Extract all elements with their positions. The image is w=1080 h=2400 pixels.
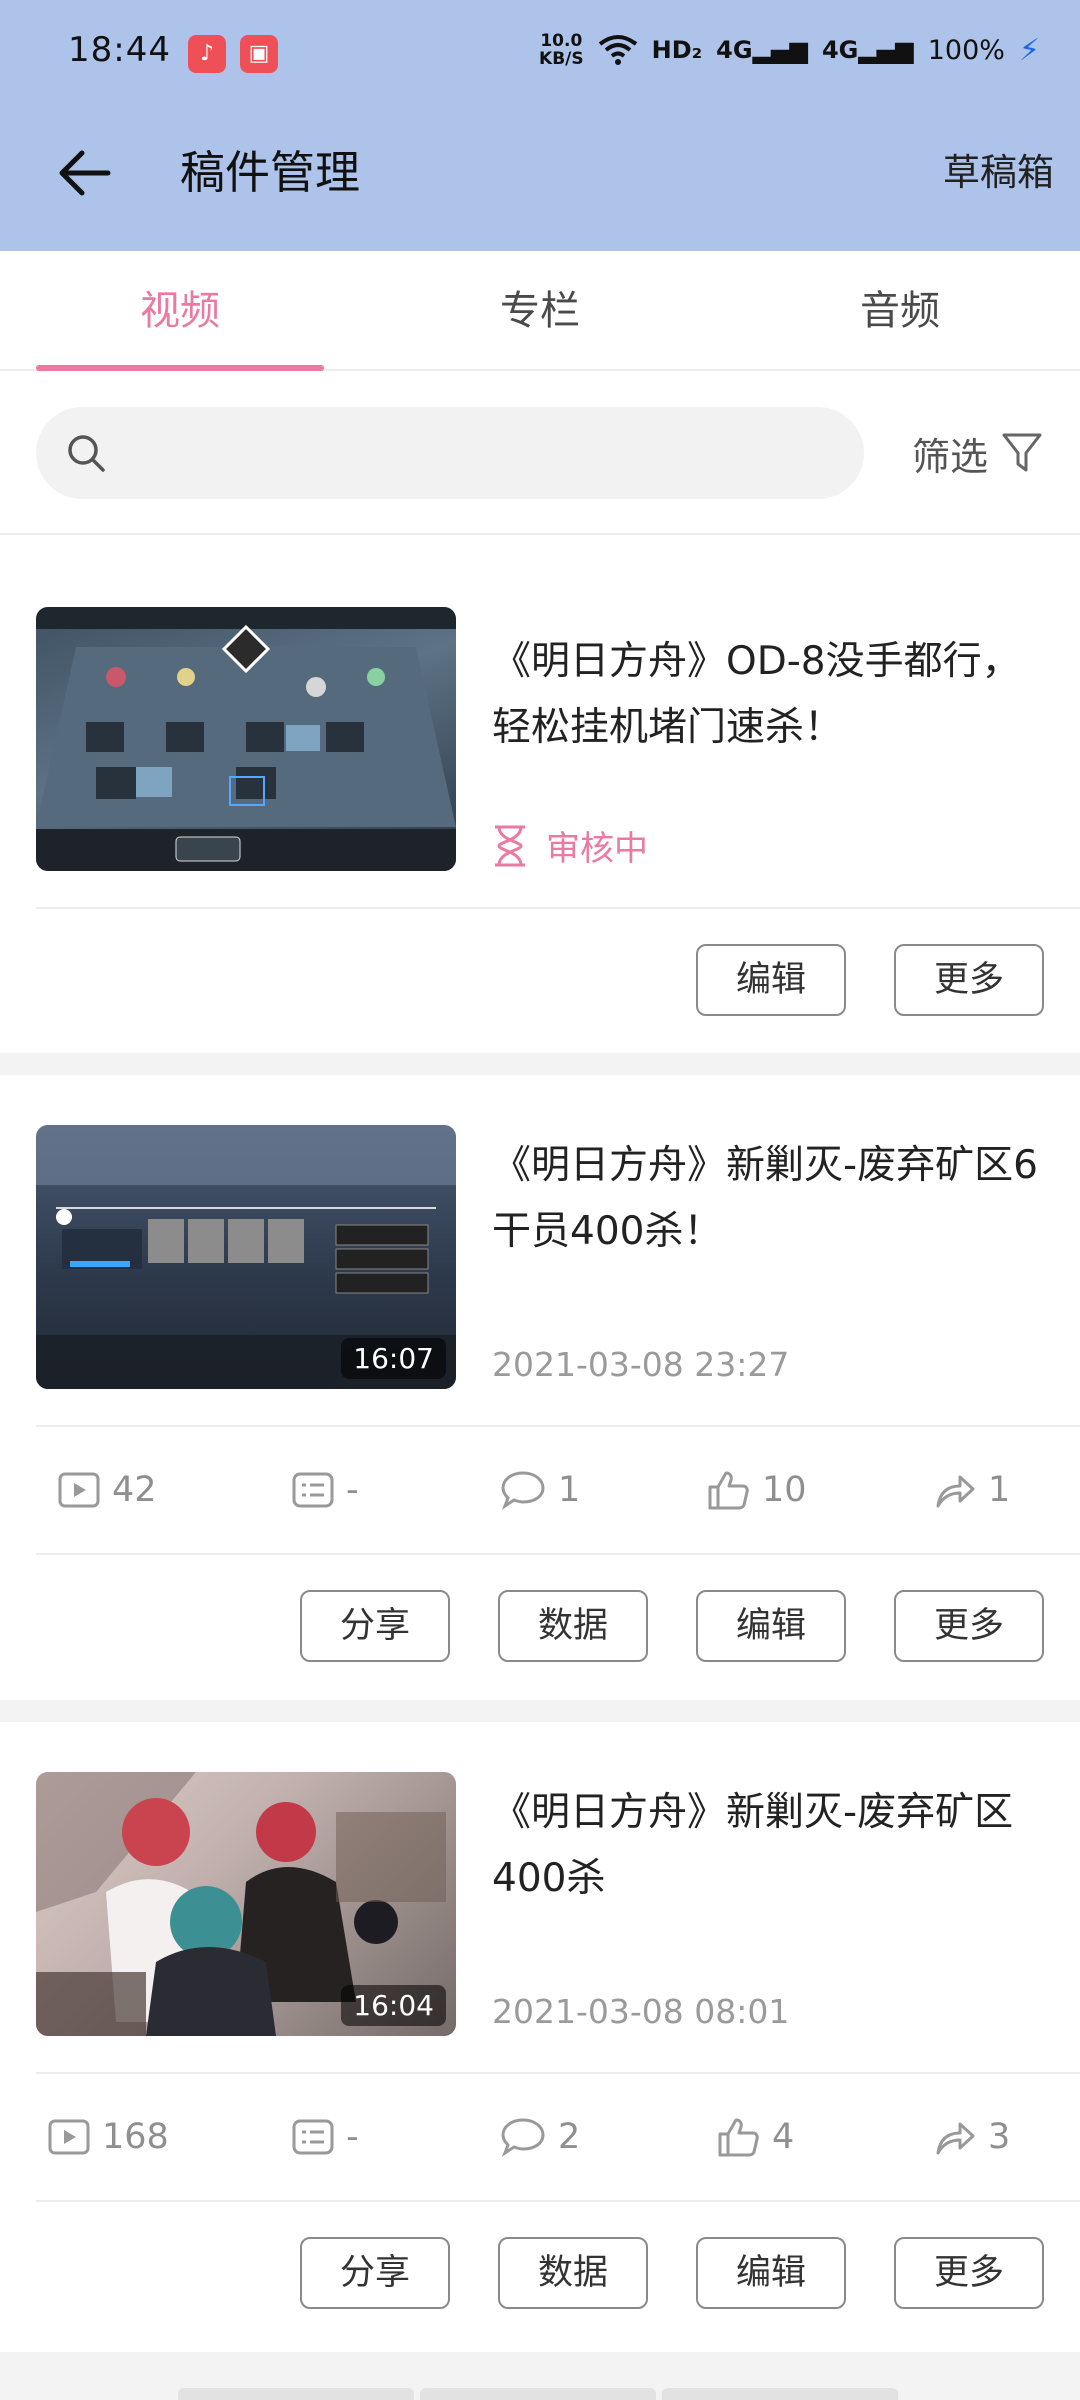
next-card-peek [0, 2352, 1080, 2400]
review-status: 审核中 [492, 821, 648, 870]
share-button[interactable]: 分享 [300, 1590, 450, 1662]
danmaku-icon [292, 1472, 334, 1508]
hd-indicator: HD₂ [651, 36, 703, 64]
net-speed: 10.0 KB/S [539, 31, 584, 69]
comments-stat[interactable]: 1 [500, 1427, 580, 1553]
edit-button[interactable]: 编辑 [696, 1590, 846, 1662]
more-button[interactable]: 更多 [894, 2237, 1044, 2309]
peek-bar [420, 2388, 656, 2400]
danmaku-stat[interactable]: - [292, 2074, 359, 2200]
charging-icon: ⚡ [1018, 32, 1040, 68]
signal-sim2-icon: 4G▂▄▆ [821, 36, 914, 64]
hourglass-icon [495, 825, 525, 866]
comments-stat[interactable]: 2 [500, 2074, 580, 2200]
search-input[interactable] [36, 407, 864, 499]
danmaku-stat[interactable]: - [292, 1427, 359, 1553]
video-duration: 16:07 [341, 1338, 446, 1379]
more-button[interactable]: 更多 [894, 944, 1044, 1016]
search-row: 筛选 [0, 371, 1080, 535]
card-actions: 分享 数据 编辑 更多 [300, 2237, 1044, 2309]
thumbs-up-icon [718, 2118, 759, 2157]
likes-stat[interactable]: 4 [716, 2074, 794, 2200]
status-bar: 18:44 ♪ ▣ 10.0 KB/S HD₂ 4G▂▄▆ 4G▂▄▆ 100%… [0, 0, 1080, 108]
publish-date: 2021-03-08 08:01 [492, 1992, 790, 2031]
video-title[interactable]: 《明日方舟》新剿灭-废弃矿区400杀 [492, 1780, 1042, 1912]
shares-stat[interactable]: 1 [934, 1427, 1010, 1553]
publish-date: 2021-03-08 23:27 [492, 1345, 790, 1384]
thumbs-up-icon [708, 1471, 749, 1510]
page-title: 稿件管理 [180, 146, 361, 199]
divider [36, 1553, 1080, 1555]
video-card: 16:04 《明日方舟》新剿灭-废弃矿区400杀 2021-03-08 08:0… [0, 1722, 1080, 2347]
funnel-icon [1002, 433, 1042, 472]
edit-button[interactable]: 编辑 [696, 944, 846, 1016]
back-arrow-icon[interactable] [50, 138, 120, 208]
play-count-icon [48, 2119, 90, 2155]
video-card: 16:07 《明日方舟》新剿灭-废弃矿区6干员400杀！ 2021-03-08 … [0, 1075, 1080, 1700]
stats-row: 168 - 2 4 3 [0, 2074, 1080, 2200]
signal-sim1-icon: 4G▂▄▆ [716, 36, 808, 64]
game-board-image [36, 607, 456, 871]
wifi-icon [598, 35, 637, 65]
card-actions: 编辑 更多 [696, 944, 1044, 1016]
video-record-icon: ▣ [240, 35, 278, 73]
app-bar [0, 108, 1080, 251]
status-time: 18:44 [68, 30, 171, 70]
video-title[interactable]: 《明日方舟》新剿灭-废弃矿区6干员400杀！ [492, 1133, 1042, 1265]
video-thumbnail[interactable]: 16:04 [36, 1772, 456, 2036]
card-separator [0, 1700, 1080, 1722]
data-button[interactable]: 数据 [498, 2237, 648, 2309]
card-separator [0, 1053, 1080, 1075]
tab-video[interactable]: 视频 [0, 251, 360, 371]
review-status-label: 审核中 [546, 829, 648, 869]
share-icon [936, 1475, 975, 1508]
battery-level: 100% [927, 34, 1005, 66]
danmaku-icon [292, 2119, 334, 2155]
stats-row: 42 - 1 10 1 [0, 1427, 1080, 1553]
plays-stat[interactable]: 42 [58, 1427, 157, 1553]
share-button[interactable]: 分享 [300, 2237, 450, 2309]
play-count-icon [58, 1472, 100, 1508]
plays-stat[interactable]: 168 [48, 2074, 169, 2200]
filter-button[interactable]: 筛选 [912, 411, 1042, 495]
tab-audio[interactable]: 音频 [720, 251, 1080, 371]
card-actions: 分享 数据 编辑 更多 [300, 1590, 1044, 1662]
video-thumbnail[interactable]: 16:07 [36, 1125, 456, 1389]
video-thumbnail[interactable] [36, 607, 456, 871]
status-indicators: 10.0 KB/S HD₂ 4G▂▄▆ 4G▂▄▆ 100% ⚡ [539, 32, 1040, 68]
peek-bar [178, 2388, 414, 2400]
video-card: 《明日方舟》OD-8没手都行，轻松挂机堵门速杀！ 审核中 编辑 更多 [0, 535, 1080, 1053]
content-tabs: 视频 专栏 音频 [0, 251, 1080, 371]
divider [36, 2200, 1080, 2202]
music-app-icon: ♪ [188, 35, 226, 73]
shares-stat[interactable]: 3 [934, 2074, 1010, 2200]
search-icon [68, 435, 105, 472]
more-button[interactable]: 更多 [894, 1590, 1044, 1662]
video-duration: 16:04 [341, 1985, 446, 2026]
comment-icon [501, 2118, 545, 2157]
filter-label: 筛选 [911, 434, 988, 479]
video-title[interactable]: 《明日方舟》OD-8没手都行，轻松挂机堵门速杀！ [492, 629, 1042, 761]
data-button[interactable]: 数据 [498, 1590, 648, 1662]
likes-stat[interactable]: 10 [706, 1427, 807, 1553]
divider [36, 907, 1080, 909]
peek-bar [662, 2388, 898, 2400]
share-icon [936, 2122, 975, 2155]
tab-column[interactable]: 专栏 [360, 251, 720, 371]
edit-button[interactable]: 编辑 [696, 2237, 846, 2309]
comment-icon [501, 1471, 545, 1510]
drafts-button[interactable]: 草稿箱 [943, 138, 1054, 208]
